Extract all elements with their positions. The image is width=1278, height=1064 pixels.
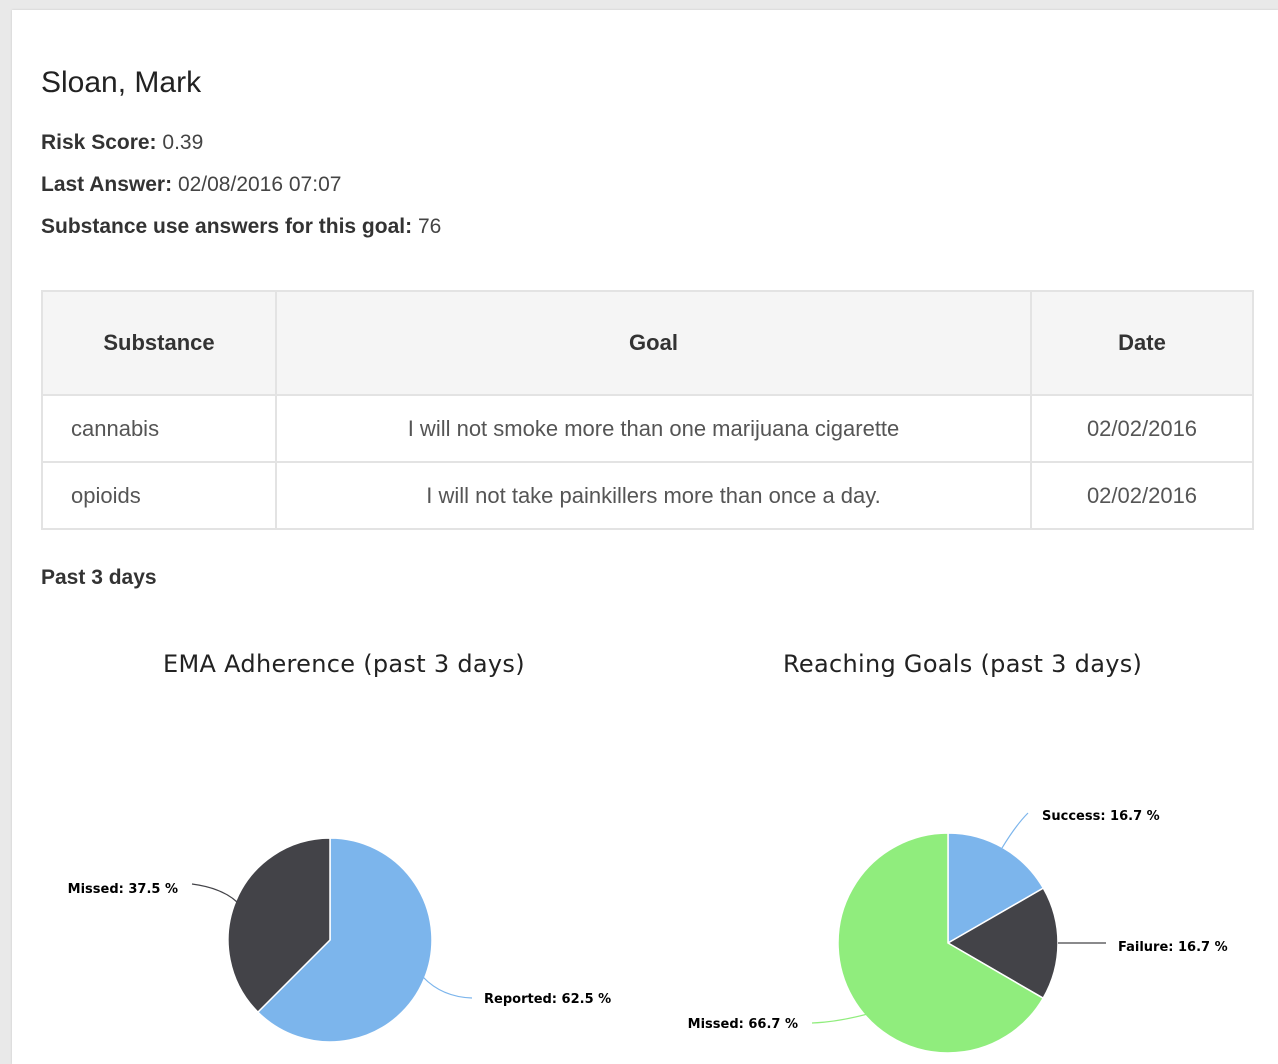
data-label-reported: Reported: 62.5 % <box>484 992 611 1007</box>
connector-line-reported <box>422 976 473 999</box>
data-label-missed: Missed: 37.5 % <box>68 882 178 897</box>
data-label-missed: Missed: 66.7 % <box>688 1017 798 1032</box>
connector-line-missed <box>191 883 238 903</box>
data-label-success: Success: 16.7 % <box>1042 809 1160 824</box>
patient-card: Sloan, Mark Risk Score: 0.39 Last Answer… <box>12 10 1278 1064</box>
connector-line-success <box>1001 812 1029 849</box>
data-label-failure: Failure: 16.7 % <box>1118 940 1228 955</box>
pie-chart-ema-adherence: Reported: 62.5 % Missed: 37.5 % <box>68 837 611 1043</box>
pie-chart-reaching-goals: Success: 16.7 % Failure: 16.7 % Missed: 66… <box>688 809 1228 1054</box>
pie-charts: Reported: 62.5 % Missed: 37.5 % Success: … <box>68 809 1228 1054</box>
